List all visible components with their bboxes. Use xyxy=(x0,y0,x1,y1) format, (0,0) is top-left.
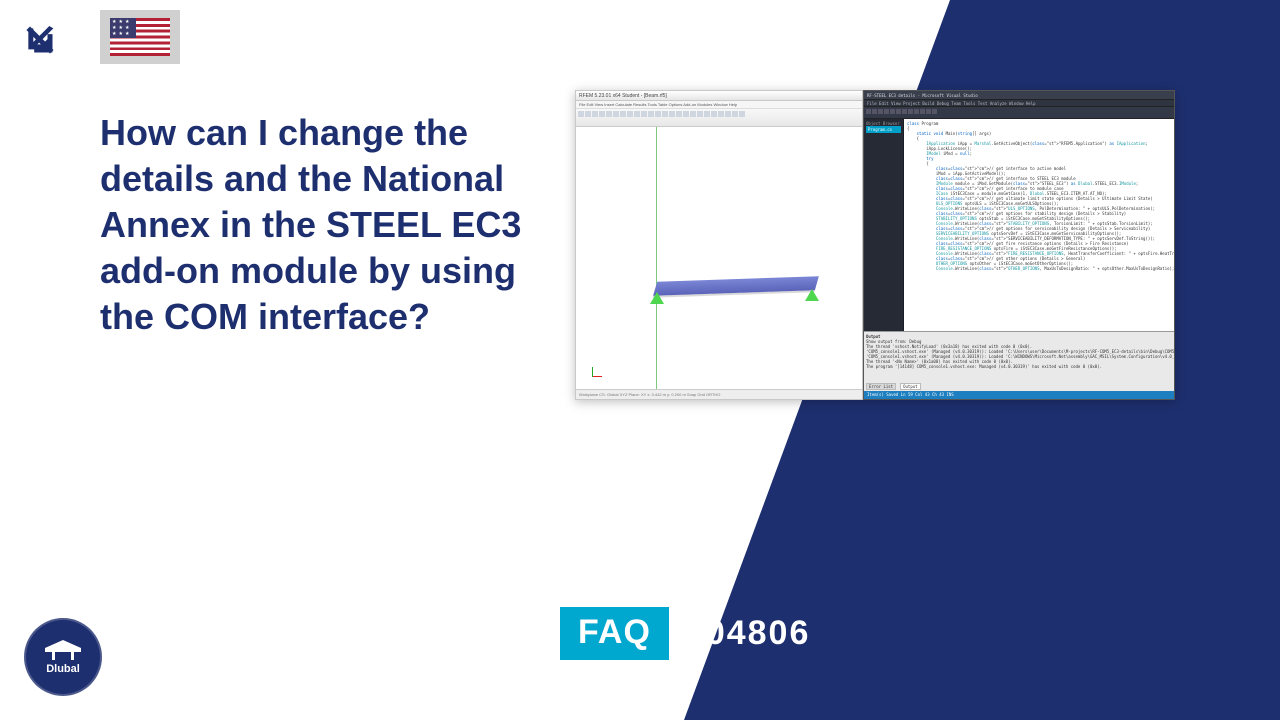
vs-code-editor: class Program{ static void Main(string[]… xyxy=(904,119,1174,331)
rfem-toolbar xyxy=(576,109,862,127)
vs-toolbar xyxy=(864,107,1174,119)
support-left-icon xyxy=(650,292,664,304)
vs-menubar: File Edit View Project Build Debug Team … xyxy=(864,100,1174,107)
vs-object-browser-label: Object Browser xyxy=(866,121,901,126)
faq-question-text: How can I change the details and the Nat… xyxy=(100,110,540,340)
dlubal-bridge-icon xyxy=(45,640,81,660)
faq-number: 004806 xyxy=(685,614,810,653)
vs-sidebar: Object Browser Program.cs xyxy=(864,119,904,331)
dlubal-brand-text: Dlubal xyxy=(46,663,80,675)
screenshot-composite: RFEM 5.23.01 x64 Student - [Beam.rf5] Fi… xyxy=(575,90,1175,400)
faq-badge: FAQ xyxy=(560,607,669,660)
support-right-icon xyxy=(805,289,819,301)
arrow-down-right-icon xyxy=(20,20,60,60)
vs-titlebar: RF-STEEL EC3 details - Microsoft Visual … xyxy=(864,91,1174,100)
locale-flag xyxy=(100,10,180,64)
us-flag-icon xyxy=(110,18,170,56)
vs-errorlist-tab: Error List xyxy=(866,383,896,390)
rfem-viewport xyxy=(576,127,862,389)
faq-row: FAQ 004806 xyxy=(560,607,810,660)
coordinate-axes-icon xyxy=(592,365,604,377)
rfem-statusbar: Workplane CS: Global XYZ Plane: XY x: 3.… xyxy=(576,389,862,399)
rfem-titlebar: RFEM 5.23.01 x64 Student - [Beam.rf5] xyxy=(576,91,862,101)
vs-output-panel: Output Show output from: Debug The threa… xyxy=(864,331,1174,391)
rfem-menubar: File Edit View Insert Calculate Results … xyxy=(576,101,862,109)
code-line: Console.WriteLine(class="st">"OTHER_OPTI… xyxy=(907,266,1171,271)
output-line: The program '[14148] COM5_console1.vshos… xyxy=(866,364,1172,369)
vs-statusbar: Item(s) Saved Ln 59 Col 43 Ch 43 INS xyxy=(864,391,1174,399)
vs-sidebar-tab: Program.cs xyxy=(866,126,901,133)
dlubal-logo: Dlubal xyxy=(24,618,102,696)
vs-output-tab: Output xyxy=(900,383,920,390)
steel-beam-model xyxy=(653,276,819,296)
corner-arrow-block xyxy=(0,0,80,80)
rfem-window: RFEM 5.23.01 x64 Student - [Beam.rf5] Fi… xyxy=(575,90,863,400)
visual-studio-window: RF-STEEL EC3 details - Microsoft Visual … xyxy=(863,90,1175,400)
